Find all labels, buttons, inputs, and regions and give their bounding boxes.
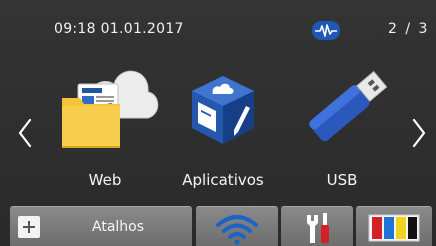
usb-tile[interactable]: USB	[287, 58, 397, 194]
date-time: 09:18 01.01.2017	[54, 21, 184, 37]
home-screen: 09:18 01.01.2017 2 / 3 Web Aplicativos U…	[0, 0, 436, 246]
page-indicator: 2 / 3	[388, 21, 430, 37]
apps-cube-icon	[192, 76, 254, 144]
chevron-right-icon	[412, 118, 426, 148]
usb-drive-icon	[309, 70, 388, 142]
shortcuts-button[interactable]: Atalhos	[10, 206, 192, 246]
wifi-button[interactable]	[196, 206, 278, 246]
bottom-bar: Atalhos	[0, 206, 436, 246]
web-tile[interactable]: Web	[50, 58, 160, 194]
tools-button[interactable]	[281, 206, 353, 246]
chevron-left-icon	[18, 118, 32, 148]
wifi-icon	[216, 215, 258, 245]
wireless-direct-icon[interactable]	[312, 21, 340, 40]
next-page-button[interactable]	[404, 112, 432, 154]
shortcuts-label: Atalhos	[92, 219, 145, 235]
ink-button[interactable]	[356, 206, 432, 246]
apps-tile[interactable]: Aplicativos	[168, 58, 278, 194]
tools-icon	[307, 213, 329, 243]
ink-cartridges-icon	[368, 214, 420, 242]
web-label: Web	[88, 171, 122, 189]
previous-page-button[interactable]	[12, 112, 40, 154]
status-bar: 09:18 01.01.2017 2 / 3	[0, 0, 436, 40]
apps-label: Aplicativos	[182, 171, 264, 189]
plus-icon	[18, 216, 40, 238]
web-folder-cloud-icon	[62, 70, 159, 148]
usb-label: USB	[326, 171, 358, 189]
